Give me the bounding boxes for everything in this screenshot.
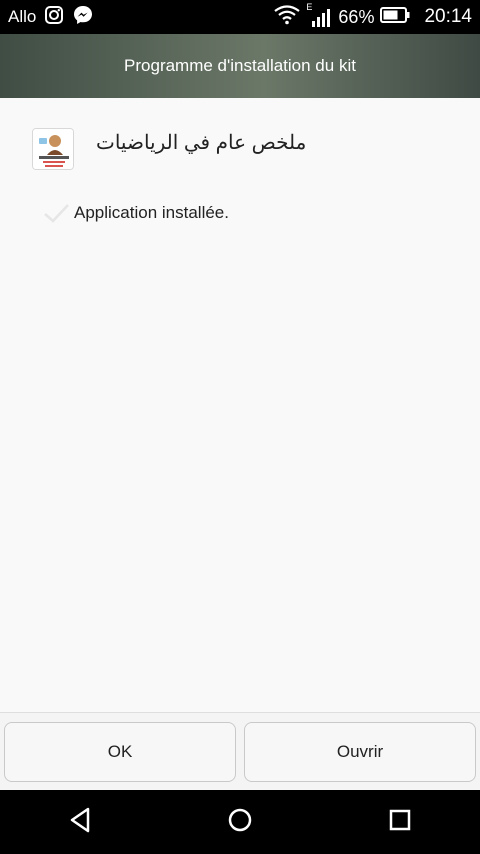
status-left: Allo — [8, 4, 94, 31]
wifi-icon — [274, 4, 301, 30]
install-status-text: Application installée. — [74, 203, 229, 222]
open-button[interactable]: Ouvrir — [244, 721, 476, 782]
home-icon — [227, 807, 253, 838]
app-name: ملخص عام في الرياضيات — [96, 132, 307, 154]
clock: 20:14 — [424, 6, 472, 27]
main-content: ملخص عام في الرياضيات Application instal… — [0, 98, 480, 712]
instagram-icon — [44, 5, 64, 30]
carrier-name: Allo — [8, 7, 37, 26]
nav-bar — [0, 790, 480, 854]
page-title: Programme d'installation du kit — [124, 56, 356, 75]
home-button[interactable] — [210, 797, 270, 847]
back-icon — [68, 807, 92, 838]
button-bar: OK Ouvrir — [0, 712, 480, 790]
status-bar: Allo E 66% 20:14 — [0, 0, 480, 34]
open-button-label: Ouvrir — [336, 741, 384, 761]
recents-icon — [388, 808, 412, 837]
app-info: ملخص عام في الرياضيات — [32, 128, 452, 172]
recents-button[interactable] — [370, 797, 430, 847]
ok-button[interactable]: OK — [4, 721, 236, 782]
back-button[interactable] — [50, 797, 110, 847]
install-status: Application installée. — [42, 202, 229, 224]
check-icon — [42, 202, 70, 224]
status-right: E 66% 20:14 — [274, 2, 472, 30]
signal-icon: E — [306, 2, 332, 28]
messenger-icon — [72, 4, 94, 31]
title-bar: Programme d'installation du kit — [0, 34, 480, 98]
battery-icon — [380, 6, 410, 28]
app-icon — [32, 128, 74, 170]
ok-button-label: OK — [107, 741, 133, 761]
battery-percent: 66% — [338, 6, 375, 27]
